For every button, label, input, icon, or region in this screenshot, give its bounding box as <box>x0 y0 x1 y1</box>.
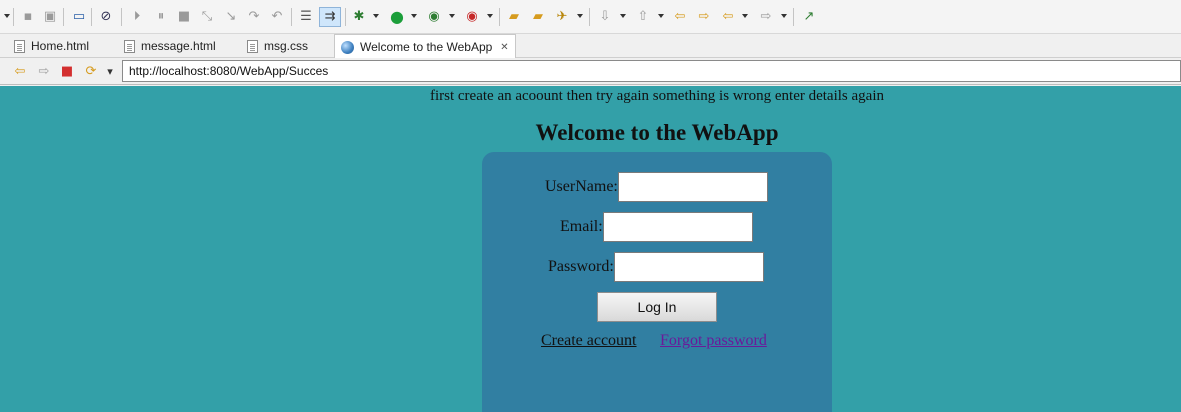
external-tools-icon[interactable]: ◉ <box>463 8 481 26</box>
forward-history-icon[interactable]: ⇨ <box>695 8 713 26</box>
external-tools-dropdown[interactable] <box>487 14 493 18</box>
forward-icon[interactable]: ⇨ <box>757 8 775 26</box>
refresh-icon[interactable]: ⟳ <box>82 62 100 80</box>
tab-welcome-webapp[interactable]: Welcome to the WebApp ✕ <box>334 34 516 59</box>
login-button[interactable]: Log In <box>597 292 717 322</box>
close-icon[interactable]: ✕ <box>500 42 508 53</box>
tab-home-html[interactable]: Home.html <box>14 34 89 58</box>
forward-arrow-icon[interactable]: ⇨ <box>35 62 53 80</box>
last-edit-location-icon[interactable]: ⇦ <box>671 8 689 26</box>
run-dropdown[interactable] <box>411 14 417 18</box>
skip-breakpoints-icon[interactable]: ⊘ <box>97 8 115 26</box>
resume-icon[interactable]: ⏵ <box>128 8 146 26</box>
error-message: first create an acoount then try again s… <box>429 88 884 104</box>
toolbar-separator <box>63 8 64 26</box>
toolbar-separator <box>121 8 122 26</box>
toolbar-separator <box>499 8 500 26</box>
file-icon <box>247 39 258 53</box>
previous-annotation-dropdown[interactable] <box>658 14 664 18</box>
back-dropdown[interactable] <box>742 14 748 18</box>
password-row: Password: <box>548 252 764 282</box>
step-return-icon[interactable]: ↶ <box>268 8 286 26</box>
browser-viewport: first create an acoount then try again s… <box>0 86 1181 412</box>
toolbar-separator <box>589 8 590 26</box>
email-row: Email: <box>560 212 753 242</box>
debug-icon[interactable]: ✱ <box>350 8 368 26</box>
toolbar-menu-dropdown[interactable] <box>4 14 10 18</box>
suspend-icon[interactable]: ⏸ <box>152 8 170 26</box>
username-input[interactable] <box>617 172 768 202</box>
next-annotation-dropdown[interactable] <box>620 14 626 18</box>
browser-nav-bar: ⇦ ⇨ ■ ⟳ ▾ http://localhost:8080/WebApp/S… <box>0 58 1181 85</box>
back-arrow-icon[interactable]: ⇦ <box>11 62 29 80</box>
open-folder-icon[interactable]: ▰ <box>505 8 523 26</box>
stop-icon[interactable]: ■ <box>58 62 76 80</box>
open-type-icon[interactable]: ▰ <box>529 8 547 26</box>
coverage-icon[interactable]: ◉ <box>425 8 443 26</box>
disconnect-icon[interactable]: ⤡ <box>198 8 216 26</box>
create-account-link[interactable]: Create account <box>541 332 637 350</box>
tab-label: message.html <box>141 39 216 53</box>
tab-label: msg.css <box>264 39 309 53</box>
username-label: UserName: <box>545 178 618 195</box>
run-icon[interactable]: ● <box>388 8 406 26</box>
email-label: Email: <box>560 218 603 235</box>
email-input[interactable] <box>602 212 753 242</box>
file-icon <box>14 39 25 53</box>
username-row: UserName: <box>545 172 768 202</box>
tab-message-html[interactable]: message.html <box>124 34 216 58</box>
next-annotation-icon[interactable]: ⇩ <box>596 8 614 26</box>
toolbar-separator <box>13 8 14 26</box>
main-toolbar: ▪ ▣ ▭ ⊘ ⏵ ⏸ ■ ⤡ ↘ ↷ ↶ ☰ ⇉ ✱ ● ◉ ◉ ▰ ▰ ✈ … <box>0 0 1181 34</box>
rocket-dropdown[interactable] <box>577 14 583 18</box>
terminate-icon[interactable]: ■ <box>175 8 193 26</box>
url-input[interactable]: http://localhost:8080/WebApp/Succes <box>122 60 1181 82</box>
toolbar-separator <box>291 8 292 26</box>
step-into-icon[interactable]: ↘ <box>222 8 240 26</box>
toolbar-separator <box>793 8 794 26</box>
step-over-icon[interactable]: ↷ <box>245 8 263 26</box>
back-icon[interactable]: ⇦ <box>719 8 737 26</box>
save-icon[interactable]: ▪ <box>19 8 37 26</box>
display-icon[interactable]: ▭ <box>70 8 88 26</box>
debug-dropdown[interactable] <box>373 14 379 18</box>
page-title: Welcome to the WebApp <box>535 120 779 145</box>
previous-annotation-icon[interactable]: ⇧ <box>634 8 652 26</box>
chevron-down-icon[interactable]: ▾ <box>101 62 119 80</box>
file-icon <box>124 39 135 53</box>
save-all-icon[interactable]: ▣ <box>41 8 59 26</box>
use-step-filters-icon[interactable]: ⇉ <box>319 7 341 27</box>
editor-tab-bar: Home.html message.html msg.css Welcome t… <box>0 34 1181 59</box>
password-input[interactable] <box>613 252 764 282</box>
login-panel: UserName: Email: Password: Log In Create… <box>482 152 832 412</box>
forgot-password-link[interactable]: Forgot password <box>660 332 767 350</box>
tab-label: Home.html <box>31 39 90 53</box>
forward-dropdown[interactable] <box>781 14 787 18</box>
password-label: Password: <box>548 258 614 275</box>
tab-label: Welcome to the WebApp <box>360 40 493 54</box>
toolbar-separator <box>345 8 346 26</box>
globe-icon <box>341 40 354 54</box>
rocket-icon[interactable]: ✈ <box>553 8 571 26</box>
tab-msg-css[interactable]: msg.css <box>247 34 308 58</box>
coverage-dropdown[interactable] <box>449 14 455 18</box>
new-window-icon[interactable]: ↗ <box>800 8 818 26</box>
toolbar-separator <box>91 8 92 26</box>
list-icon[interactable]: ☰ <box>297 8 315 26</box>
